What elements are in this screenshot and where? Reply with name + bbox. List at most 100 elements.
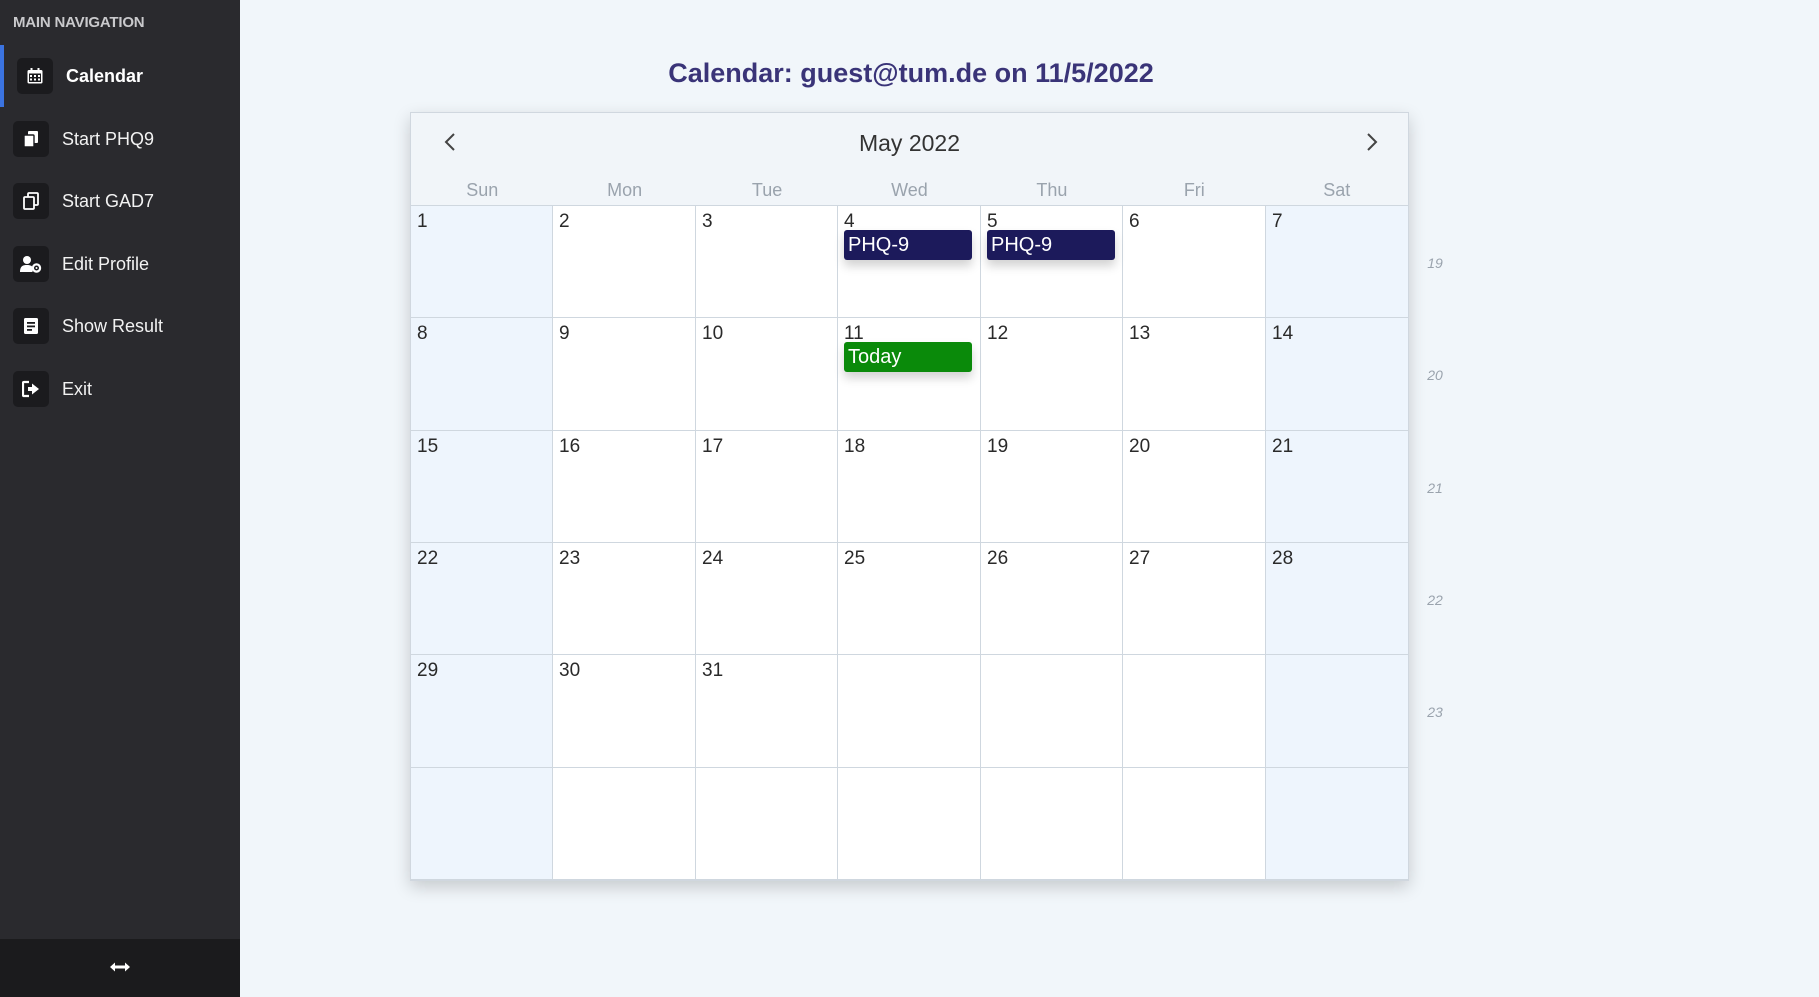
day-number: 29 — [417, 660, 439, 681]
day-number: 17 — [702, 436, 724, 457]
day-number: 23 — [559, 548, 581, 569]
calendar-day-cell[interactable] — [981, 655, 1123, 768]
next-month-button[interactable] — [1355, 127, 1389, 161]
day-number: 14 — [1272, 323, 1294, 344]
weekday-header: Sun — [466, 180, 499, 200]
calendar: May 2022 Sun Mon Tue Wed Thu Fri Sat 123… — [410, 112, 1409, 881]
calendar-day-cell[interactable]: 31 — [696, 655, 838, 768]
day-number: 16 — [559, 436, 581, 457]
user-cog-icon — [13, 246, 49, 282]
day-number: 22 — [417, 548, 439, 569]
day-number: 12 — [987, 323, 1009, 344]
calendar-day-cell[interactable] — [838, 655, 981, 768]
calendar-day-cell[interactable]: 30 — [553, 655, 696, 768]
sidebar-item-label: Exit — [62, 378, 93, 399]
calendar-day-cell[interactable]: 2 — [553, 206, 696, 318]
sidebar-item-label: Show Result — [62, 315, 164, 336]
calendar-day-cell[interactable]: 3 — [696, 206, 838, 318]
day-number: 26 — [987, 548, 1009, 569]
calendar-day-cell[interactable]: 14 — [1266, 318, 1408, 431]
calendar-day-cell[interactable]: 12 — [981, 318, 1123, 431]
weekday-header: Thu — [1036, 180, 1068, 200]
calendar-day-cell[interactable]: 8 — [411, 318, 553, 431]
calendar-day-cell[interactable] — [411, 768, 553, 880]
calendar-day-cell[interactable]: 5 PHQ-9 — [981, 206, 1123, 318]
calendar-day-cell[interactable]: 17 — [696, 431, 838, 543]
resize-horizontal-icon — [110, 959, 130, 977]
calendar-day-cell[interactable]: 29 — [411, 655, 553, 768]
calendar-day-cell[interactable]: 28 — [1266, 543, 1408, 655]
calendar-event[interactable]: PHQ-9 — [844, 230, 972, 260]
day-number: 15 — [417, 436, 439, 457]
calendar-day-cell[interactable]: 19 — [981, 431, 1123, 543]
calendar-day-cell[interactable]: 6 — [1123, 206, 1266, 318]
sidebar-item-start-phq9[interactable]: Start PHQ9 — [0, 108, 240, 170]
calendar-day-cell[interactable]: 26 — [981, 543, 1123, 655]
calendar-day-cell[interactable]: 9 — [553, 318, 696, 431]
calendar-day-cell[interactable]: 25 — [838, 543, 981, 655]
calendar-day-cell[interactable]: 23 — [553, 543, 696, 655]
calendar-day-cell[interactable] — [838, 768, 981, 880]
day-number: 27 — [1129, 548, 1151, 569]
day-number: 8 — [417, 323, 428, 344]
week-number: 22 — [1427, 592, 1443, 608]
sidebar-item-edit-profile[interactable]: Edit Profile — [0, 233, 240, 295]
sidebar-item-start-gad7[interactable]: Start GAD7 — [0, 170, 240, 232]
month-title: May 2022 — [858, 130, 960, 156]
calendar-event[interactable]: PHQ-9 — [987, 230, 1115, 260]
day-number: 18 — [844, 436, 866, 457]
week-number: 21 — [1427, 480, 1443, 496]
calendar-day-cell[interactable] — [1266, 768, 1408, 880]
sidebar-item-label: Start GAD7 — [62, 190, 155, 211]
calendar-day-cell[interactable] — [1123, 768, 1266, 880]
sidebar-item-exit[interactable]: Exit — [0, 358, 240, 420]
sidebar-item-label: Edit Profile — [62, 253, 150, 274]
day-number: 13 — [1129, 323, 1151, 344]
calendar-day-cell[interactable]: 11 Today — [838, 318, 981, 431]
calendar-day-cell[interactable]: 10 — [696, 318, 838, 431]
calendar-day-cell[interactable] — [696, 768, 838, 880]
week-number: 19 — [1427, 255, 1443, 271]
calendar-day-cell[interactable]: 22 — [411, 543, 553, 655]
calendar-event[interactable]: Today — [844, 342, 972, 372]
sidebar-item-show-result[interactable]: Show Result — [0, 295, 240, 357]
calendar-day-cell[interactable]: 24 — [696, 543, 838, 655]
calendar-day-cell[interactable]: 13 — [1123, 318, 1266, 431]
sidebar-item-calendar[interactable]: Calendar — [0, 45, 240, 107]
calendar-header: May 2022 — [411, 113, 1408, 175]
day-number: 28 — [1272, 548, 1294, 569]
day-number: 21 — [1272, 436, 1294, 457]
day-number: 31 — [702, 660, 724, 681]
calendar-day-cell[interactable]: 27 — [1123, 543, 1266, 655]
day-number: 1 — [417, 211, 428, 232]
calendar-day-cell[interactable]: 20 — [1123, 431, 1266, 543]
week-number: 23 — [1427, 704, 1443, 720]
sidebar-toggle-button[interactable] — [0, 939, 240, 997]
calendar-day-cell[interactable]: 7 — [1266, 206, 1408, 318]
day-number: 6 — [1129, 211, 1140, 232]
calendar-day-cell[interactable]: 21 — [1266, 431, 1408, 543]
calendar-day-cell[interactable] — [981, 768, 1123, 880]
day-number: 30 — [559, 660, 581, 681]
calendar-day-cell[interactable]: 16 — [553, 431, 696, 543]
calendar-day-cell[interactable]: 1 — [411, 206, 553, 318]
calendar-day-cell[interactable] — [1266, 655, 1408, 768]
copy-icon — [13, 121, 49, 157]
calendar-day-cell[interactable] — [553, 768, 696, 880]
sidebar-item-label: Calendar — [66, 65, 144, 86]
day-number: 7 — [1272, 211, 1283, 232]
calendar-day-cell[interactable]: 18 — [838, 431, 981, 543]
weekday-header-row: Sun Mon Tue Wed Thu Fri Sat — [411, 175, 1408, 206]
calendar-day-cell[interactable] — [1123, 655, 1266, 768]
weekday-header: Fri — [1183, 180, 1205, 200]
calendar-day-cell[interactable]: 15 — [411, 431, 553, 543]
sidebar-item-label: Start PHQ9 — [62, 128, 155, 149]
day-number: 24 — [702, 548, 724, 569]
document-icon — [13, 308, 49, 344]
clone-icon — [13, 183, 49, 219]
sign-out-icon — [13, 371, 49, 407]
day-number: 25 — [844, 548, 866, 569]
day-number: 10 — [702, 323, 724, 344]
day-number: 19 — [987, 436, 1009, 457]
calendar-day-cell[interactable]: 4 PHQ-9 — [838, 206, 981, 318]
